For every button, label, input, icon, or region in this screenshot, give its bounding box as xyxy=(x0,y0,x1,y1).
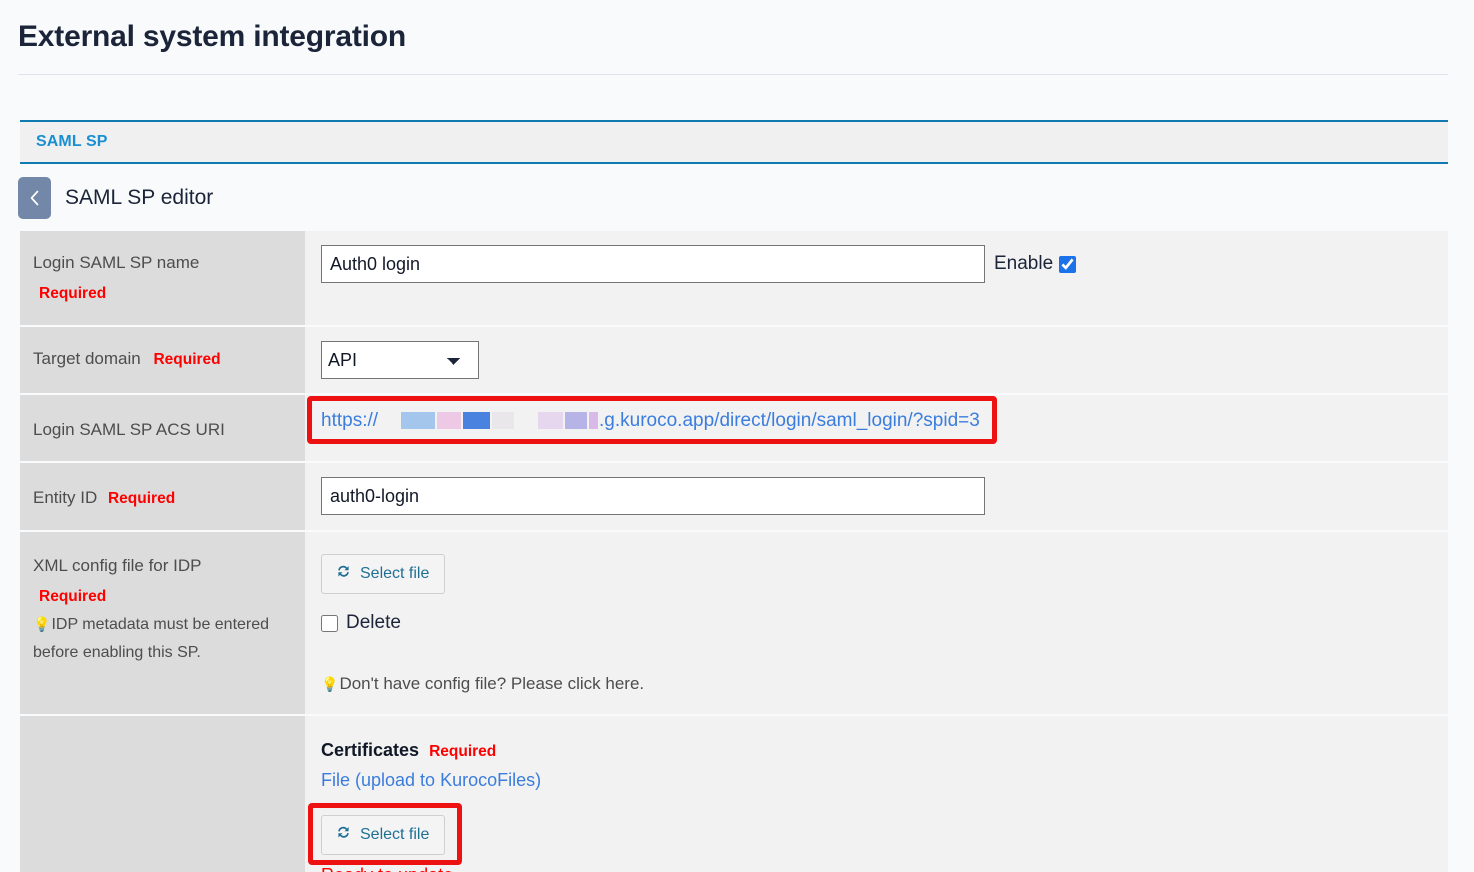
redaction-block-1 xyxy=(401,412,436,430)
tab-saml-sp[interactable]: SAML SP xyxy=(36,133,108,151)
label-acs-uri: Login SAML SP ACS URI xyxy=(33,419,225,439)
table-row-acs-uri: Login SAML SP ACS URI https:// .g.kuroco… xyxy=(20,393,1448,463)
enable-label: Enable xyxy=(994,253,1054,274)
lightbulb-icon-config: 💡 xyxy=(321,676,339,692)
value-cell-acs-uri: https:// .g.kuroco.app/direct/login/saml… xyxy=(305,393,1448,463)
xml-config-hint: 💡IDP metadata must be entered before ena… xyxy=(33,611,291,667)
required-badge-xml-config: Required xyxy=(39,587,107,605)
certificates-title-row: Certificates Required xyxy=(321,740,1436,761)
saml-sp-form-table: Login SAML SP name Required Enable Targe… xyxy=(20,231,1448,872)
sp-name-input[interactable] xyxy=(321,245,985,283)
tabbar-wrapper: SAML SP xyxy=(0,75,1474,164)
required-badge-entity-id: Required xyxy=(107,490,176,508)
lightbulb-icon-xml: 💡 xyxy=(33,615,51,632)
page-title: External system integration xyxy=(18,20,407,53)
value-cell-certificates: Certificates Required File (upload to Ku… xyxy=(305,715,1448,872)
redaction-block-5 xyxy=(538,412,564,430)
table-row-entity-id: Entity ID Required xyxy=(20,462,1448,531)
sync-icon-idp xyxy=(335,564,352,584)
label-entity-id: Entity ID xyxy=(33,488,98,508)
label-xml-config: XML config file for IDP xyxy=(33,556,202,575)
required-badge-target-domain: Required xyxy=(153,350,221,368)
select-file-button-idp[interactable]: Select file xyxy=(321,554,446,594)
label-cell-entity-id: Entity ID Required xyxy=(20,462,305,531)
acs-uri-tail: .g.kuroco.app/direct/login/saml_login/?s… xyxy=(599,409,980,431)
label-cell-acs-uri: Login SAML SP ACS URI xyxy=(20,393,305,463)
delete-checkbox-row: Delete xyxy=(321,612,1436,634)
enable-checkbox[interactable] xyxy=(1059,255,1077,273)
required-badge-certificates: Required xyxy=(429,743,497,760)
redaction-block-7 xyxy=(589,412,599,430)
redaction-block-3 xyxy=(463,412,491,430)
label-cell-certificates xyxy=(20,715,305,872)
table-row-target-domain: Target domain Required API xyxy=(20,325,1448,394)
target-domain-select[interactable]: API xyxy=(321,340,479,379)
select-file-label-idp: Select file xyxy=(360,565,430,582)
table-row-certificates: Certificates Required File (upload to Ku… xyxy=(20,715,1448,872)
sync-icon-certificates xyxy=(335,825,352,845)
delete-label: Delete xyxy=(346,612,401,633)
value-cell-target-domain: API xyxy=(305,325,1448,394)
config-file-hint-text: Don't have config file? Please click her… xyxy=(339,674,645,693)
tabbar: SAML SP xyxy=(20,120,1448,164)
redaction-block-6 xyxy=(565,412,588,430)
page-header: External system integration xyxy=(0,0,1474,74)
chevron-left-icon xyxy=(28,189,41,207)
select-file-button-certificates[interactable]: Select file xyxy=(321,815,446,855)
label-cell-target-domain: Target domain Required xyxy=(20,325,305,394)
certificates-title: Certificates xyxy=(321,740,420,760)
entity-id-input[interactable] xyxy=(321,477,985,516)
redaction-block-4 xyxy=(492,412,515,430)
value-cell-sp-name: Enable xyxy=(305,231,1448,326)
certificates-button-wrapper: Select file xyxy=(308,803,462,865)
redaction-block-2 xyxy=(437,412,462,430)
select-file-label-certificates: Select file xyxy=(360,826,430,843)
acs-uri-scheme: https:// xyxy=(321,409,379,431)
sp-name-input-group: Enable xyxy=(321,245,1436,283)
editor-title: SAML SP editor xyxy=(65,186,214,209)
acs-uri-link[interactable]: https:// .g.kuroco.app/direct/login/saml… xyxy=(321,410,980,433)
required-badge-sp-name: Required xyxy=(39,284,107,302)
label-cell-sp-name: Login SAML SP name Required xyxy=(20,231,305,326)
table-row-sp-name: Login SAML SP name Required Enable xyxy=(20,231,1448,326)
value-cell-entity-id xyxy=(305,462,1448,531)
editor-bar: SAML SP editor xyxy=(0,164,1474,231)
label-target-domain: Target domain xyxy=(33,348,141,368)
table-row-xml-config: XML config file for IDP Required 💡IDP me… xyxy=(20,531,1448,715)
certificates-file-link[interactable]: File (upload to KurocoFiles) xyxy=(321,770,1436,791)
page-root: External system integration SAML SP SAML… xyxy=(0,0,1474,872)
value-cell-xml-config: Select file Delete 💡Don't have config fi… xyxy=(305,531,1448,715)
delete-checkbox[interactable] xyxy=(321,614,338,632)
label-cell-xml-config: XML config file for IDP Required 💡IDP me… xyxy=(20,531,305,715)
label-sp-name: Login SAML SP name xyxy=(33,253,200,272)
back-button[interactable] xyxy=(18,177,51,219)
config-file-hint[interactable]: 💡Don't have config file? Please click he… xyxy=(321,674,1436,694)
certificates-status: Ready to update. xyxy=(321,865,1436,872)
xml-config-hint-text: IDP metadata must be entered before enab… xyxy=(33,615,270,661)
